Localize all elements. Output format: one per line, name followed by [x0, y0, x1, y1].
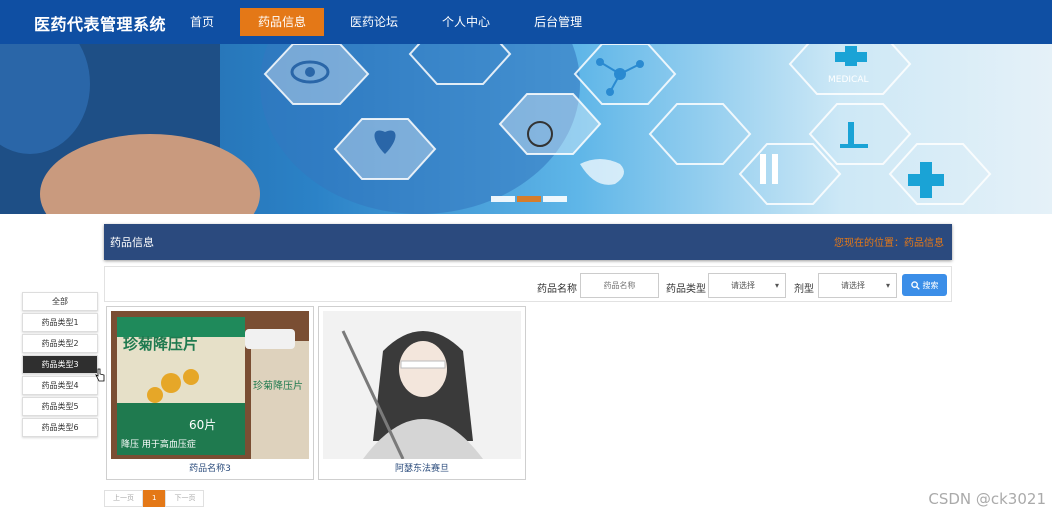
top-nav-bar: 医药代表管理系统 首页 药品信息 医药论坛 个人中心 后台管理 — [0, 0, 1052, 44]
nav-home[interactable]: 首页 — [172, 8, 232, 36]
product-card[interactable]: 阿瑟东法赛旦 — [318, 306, 526, 480]
product-image-caption: 降压 用于高血压症 — [121, 438, 196, 450]
carousel-indicators — [491, 196, 567, 202]
product-bottle-label: 珍菊降压片 — [253, 379, 303, 392]
drug-name-input[interactable] — [580, 273, 659, 298]
prev-page-button[interactable]: 上一页 — [104, 490, 143, 507]
chevron-down-icon: ▾ — [885, 281, 890, 290]
nav-personal-center[interactable]: 个人中心 — [424, 8, 508, 36]
category-type-5[interactable]: 药品类型5 — [22, 397, 98, 416]
nav-forum[interactable]: 医药论坛 — [332, 8, 416, 36]
drug-type-select-value: 请选择 — [731, 281, 755, 290]
medical-badge-text: MEDICAL — [828, 75, 869, 85]
product-image: 珍菊降压片 60片 降压 用于高血压症 珍菊降压片 — [111, 311, 309, 459]
product-image-title: 珍菊降压片 — [123, 335, 198, 353]
app-title: 医药代表管理系统 — [34, 15, 167, 34]
page: 医药代表管理系统 首页 药品信息 医药论坛 个人中心 后台管理 MEDICAL … — [0, 0, 1052, 519]
category-type-4[interactable]: 药品类型4 — [22, 376, 98, 395]
dosage-label: 剂型 — [794, 284, 814, 295]
carousel-dot-1[interactable] — [491, 196, 515, 202]
search-button[interactable]: 搜索 — [902, 274, 947, 296]
drug-type-select[interactable]: 请选择 ▾ — [708, 273, 786, 298]
category-sidebar: 全部 药品类型1 药品类型2 药品类型3 药品类型4 药品类型5 药品类型6 — [22, 292, 98, 439]
search-icon — [910, 280, 920, 290]
product-name: 药品名称3 — [189, 464, 231, 474]
category-all[interactable]: 全部 — [22, 292, 98, 311]
page-number-current[interactable]: 1 — [143, 490, 166, 507]
product-name: 阿瑟东法赛旦 — [394, 464, 449, 474]
breadcrumb: 您现在的位置：药品信息 — [834, 238, 944, 249]
next-page-button[interactable]: 下一页 — [165, 490, 205, 507]
hand-cursor-icon — [95, 368, 105, 382]
category-type-2[interactable]: 药品类型2 — [22, 334, 98, 353]
search-button-label: 搜索 — [922, 280, 939, 290]
banner-carousel: MEDICAL — [0, 44, 1052, 214]
chevron-down-icon: ▾ — [774, 281, 779, 290]
drug-name-label: 药品名称 — [537, 284, 577, 295]
search-panel: 药品名称 药品类型 请选择 ▾ 剂型 请选择 ▾ 搜索 — [104, 266, 952, 302]
banner-medical-illustration: MEDICAL — [0, 44, 992, 214]
drug-type-label: 药品类型 — [666, 284, 706, 295]
category-type-3[interactable]: 药品类型3 — [22, 355, 98, 374]
section-title: 药品信息 — [110, 236, 154, 249]
category-type-6[interactable]: 药品类型6 — [22, 418, 98, 437]
product-image-count: 60片 — [189, 418, 216, 432]
pagination: 上一页 1 下一页 — [104, 490, 205, 507]
category-type-1[interactable]: 药品类型1 — [22, 313, 98, 332]
dosage-select[interactable]: 请选择 ▾ — [818, 273, 897, 298]
nav-admin[interactable]: 后台管理 — [516, 8, 600, 36]
product-card[interactable]: 珍菊降压片 60片 降压 用于高血压症 珍菊降压片 药品名称3 — [106, 306, 314, 480]
nav-drug-info[interactable]: 药品信息 — [240, 8, 325, 36]
section-header: 药品信息 您现在的位置：药品信息 — [104, 224, 952, 260]
product-image — [323, 311, 521, 459]
watermark: CSDN @ck3021 — [928, 490, 1046, 508]
dosage-select-value: 请选择 — [841, 281, 865, 290]
main-nav: 首页 药品信息 医药论坛 个人中心 后台管理 — [172, 0, 608, 44]
carousel-dot-2[interactable] — [517, 196, 541, 202]
carousel-dot-3[interactable] — [543, 196, 567, 202]
